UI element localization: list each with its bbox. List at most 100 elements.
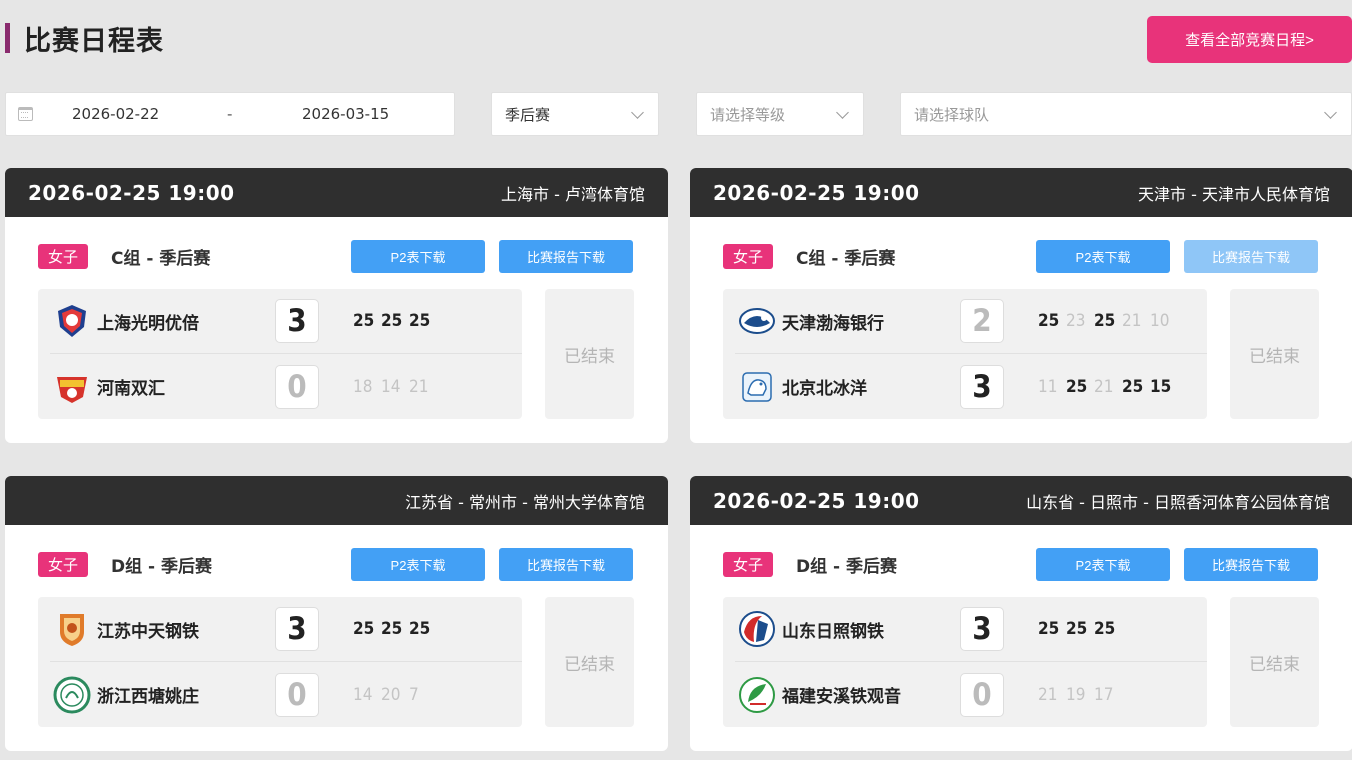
team-select[interactable]: 请选择球队: [900, 92, 1352, 136]
set-score: 10: [1150, 311, 1170, 331]
team-logo-icon: [738, 302, 776, 340]
match-score: 3: [960, 607, 1004, 651]
set-score: 21: [1122, 311, 1142, 331]
set-score: 21: [409, 376, 429, 397]
match-status: 已结束: [545, 597, 634, 727]
match-card: 2026-02-25 19:00 上海市 - 卢湾体育馆 女子 C组 - 季后赛…: [5, 168, 668, 443]
set-scores: 11 25 21 25 15: [1038, 377, 1178, 397]
set-score: 25: [353, 311, 375, 331]
level-select-placeholder: 请选择等级: [710, 105, 786, 124]
team-logo-icon: [53, 610, 91, 648]
match-time: 2026-02-25 19:00: [713, 488, 920, 513]
gender-badge: 女子: [723, 244, 773, 269]
team-logo-icon: [738, 610, 776, 648]
set-score: 25: [1066, 619, 1088, 639]
team-logo-icon: [738, 676, 776, 714]
score-panel: 山东日照钢铁 3 25 25 25 福建安溪铁观音 0 21 19 17: [723, 597, 1207, 727]
gender-badge: 女子: [38, 244, 88, 269]
chevron-down-icon: [836, 106, 849, 119]
page-header: 比赛日程表: [5, 22, 164, 57]
set-scores: 21 19 17: [1038, 685, 1122, 705]
p2-download-button[interactable]: P2表下载: [351, 548, 485, 581]
date-end-input[interactable]: 2026-03-15: [302, 105, 389, 123]
report-download-button[interactable]: 比赛报告下载: [1184, 548, 1318, 581]
date-start-input[interactable]: 2026-02-22: [72, 105, 159, 123]
set-score: 21: [1094, 376, 1114, 397]
match-score: 0: [960, 672, 1004, 717]
p2-download-button[interactable]: P2表下载: [1036, 240, 1170, 273]
set-score: 25: [409, 311, 431, 331]
match-status: 已结束: [1230, 597, 1319, 727]
report-download-button[interactable]: 比赛报告下载: [1184, 240, 1318, 273]
team-row-away: 浙江西塘姚庄 0 14 20 7: [50, 662, 522, 727]
set-score: 7: [409, 684, 419, 705]
p2-download-button[interactable]: P2表下载: [351, 240, 485, 273]
level-select[interactable]: 请选择等级: [696, 92, 864, 136]
team-name: 上海光明优倍: [97, 313, 199, 334]
set-score: 17: [1094, 684, 1114, 705]
set-score: 25: [1094, 619, 1116, 639]
team-logo-icon: [53, 302, 91, 340]
view-all-schedule-button[interactable]: 查看全部竞赛日程>: [1147, 16, 1352, 63]
report-download-button[interactable]: 比赛报告下载: [499, 548, 633, 581]
match-venue: 山东省 - 日照市 - 日照香河体育公园体育馆: [1026, 492, 1330, 512]
set-score: 11: [1038, 376, 1058, 397]
team-row-home: 天津渤海银行 2 25 23 25 21 10: [735, 289, 1207, 354]
match-score: 3: [275, 607, 319, 651]
stage-select-value: 季后赛: [505, 105, 551, 124]
page-title: 比赛日程表: [24, 25, 164, 57]
gender-badge: 女子: [723, 552, 773, 577]
team-row-home: 山东日照钢铁 3 25 25 25: [735, 597, 1207, 662]
gender-badge: 女子: [38, 552, 88, 577]
set-score: 14: [353, 684, 373, 705]
chevron-down-icon: [631, 106, 644, 119]
team-logo-icon: [738, 368, 776, 406]
team-name: 山东日照钢铁: [782, 621, 884, 642]
date-separator: -: [227, 105, 233, 123]
match-card: 江苏省 - 常州市 - 常州大学体育馆 女子 D组 - 季后赛 P2表下载 比赛…: [5, 476, 668, 751]
set-score: 25: [1094, 311, 1116, 331]
set-score: 20: [381, 684, 401, 705]
set-score: 25: [1038, 619, 1060, 639]
match-status: 已结束: [545, 289, 634, 419]
team-name: 江苏中天钢铁: [97, 621, 199, 642]
set-score: 25: [381, 311, 403, 331]
set-score: 21: [1038, 684, 1058, 705]
date-range-picker[interactable]: 2026-02-22 - 2026-03-15: [5, 92, 455, 136]
set-score: 25: [1066, 376, 1088, 397]
match-group: D组 - 季后赛: [796, 557, 898, 577]
report-download-button[interactable]: 比赛报告下载: [499, 240, 633, 273]
set-scores: 25 25 25: [1038, 619, 1122, 639]
team-row-home: 江苏中天钢铁 3 25 25 25: [50, 597, 522, 662]
match-card-header: 江苏省 - 常州市 - 常州大学体育馆: [5, 476, 668, 525]
match-card-header: 2026-02-25 19:00 山东省 - 日照市 - 日照香河体育公园体育馆: [690, 476, 1352, 525]
set-scores: 25 25 25: [353, 619, 437, 639]
stage-select[interactable]: 季后赛: [491, 92, 659, 136]
score-panel: 上海光明优倍 3 25 25 25 河南双汇 0 18 14 21: [38, 289, 522, 419]
set-scores: 25 25 25: [353, 311, 437, 331]
match-group: C组 - 季后赛: [111, 249, 211, 269]
team-name: 天津渤海银行: [782, 313, 884, 334]
set-score: 15: [1150, 376, 1172, 397]
set-scores: 25 23 25 21 10: [1038, 311, 1178, 331]
chevron-down-icon: [1324, 106, 1337, 119]
score-panel: 天津渤海银行 2 25 23 25 21 10 北京北冰洋 3 11 25 21…: [723, 289, 1207, 419]
match-venue: 天津市 - 天津市人民体育馆: [1138, 184, 1330, 204]
set-score: 25: [1122, 376, 1144, 397]
match-group: C组 - 季后赛: [796, 249, 896, 269]
match-score: 3: [275, 299, 319, 343]
title-accent-bar: [5, 23, 10, 53]
team-select-placeholder: 请选择球队: [914, 105, 990, 124]
team-row-away: 福建安溪铁观音 0 21 19 17: [735, 662, 1207, 727]
match-card-header: 2026-02-25 19:00 天津市 - 天津市人民体育馆: [690, 168, 1352, 217]
team-row-away: 河南双汇 0 18 14 21: [50, 354, 522, 419]
match-score: 0: [275, 672, 319, 717]
match-score: 3: [960, 364, 1004, 409]
p2-download-button[interactable]: P2表下载: [1036, 548, 1170, 581]
set-scores: 18 14 21: [353, 377, 437, 397]
team-logo-icon: [53, 368, 91, 406]
team-row-away: 北京北冰洋 3 11 25 21 25 15: [735, 354, 1207, 419]
set-score: 19: [1066, 684, 1086, 705]
calendar-icon: [18, 107, 33, 121]
match-venue: 江苏省 - 常州市 - 常州大学体育馆: [405, 492, 645, 512]
